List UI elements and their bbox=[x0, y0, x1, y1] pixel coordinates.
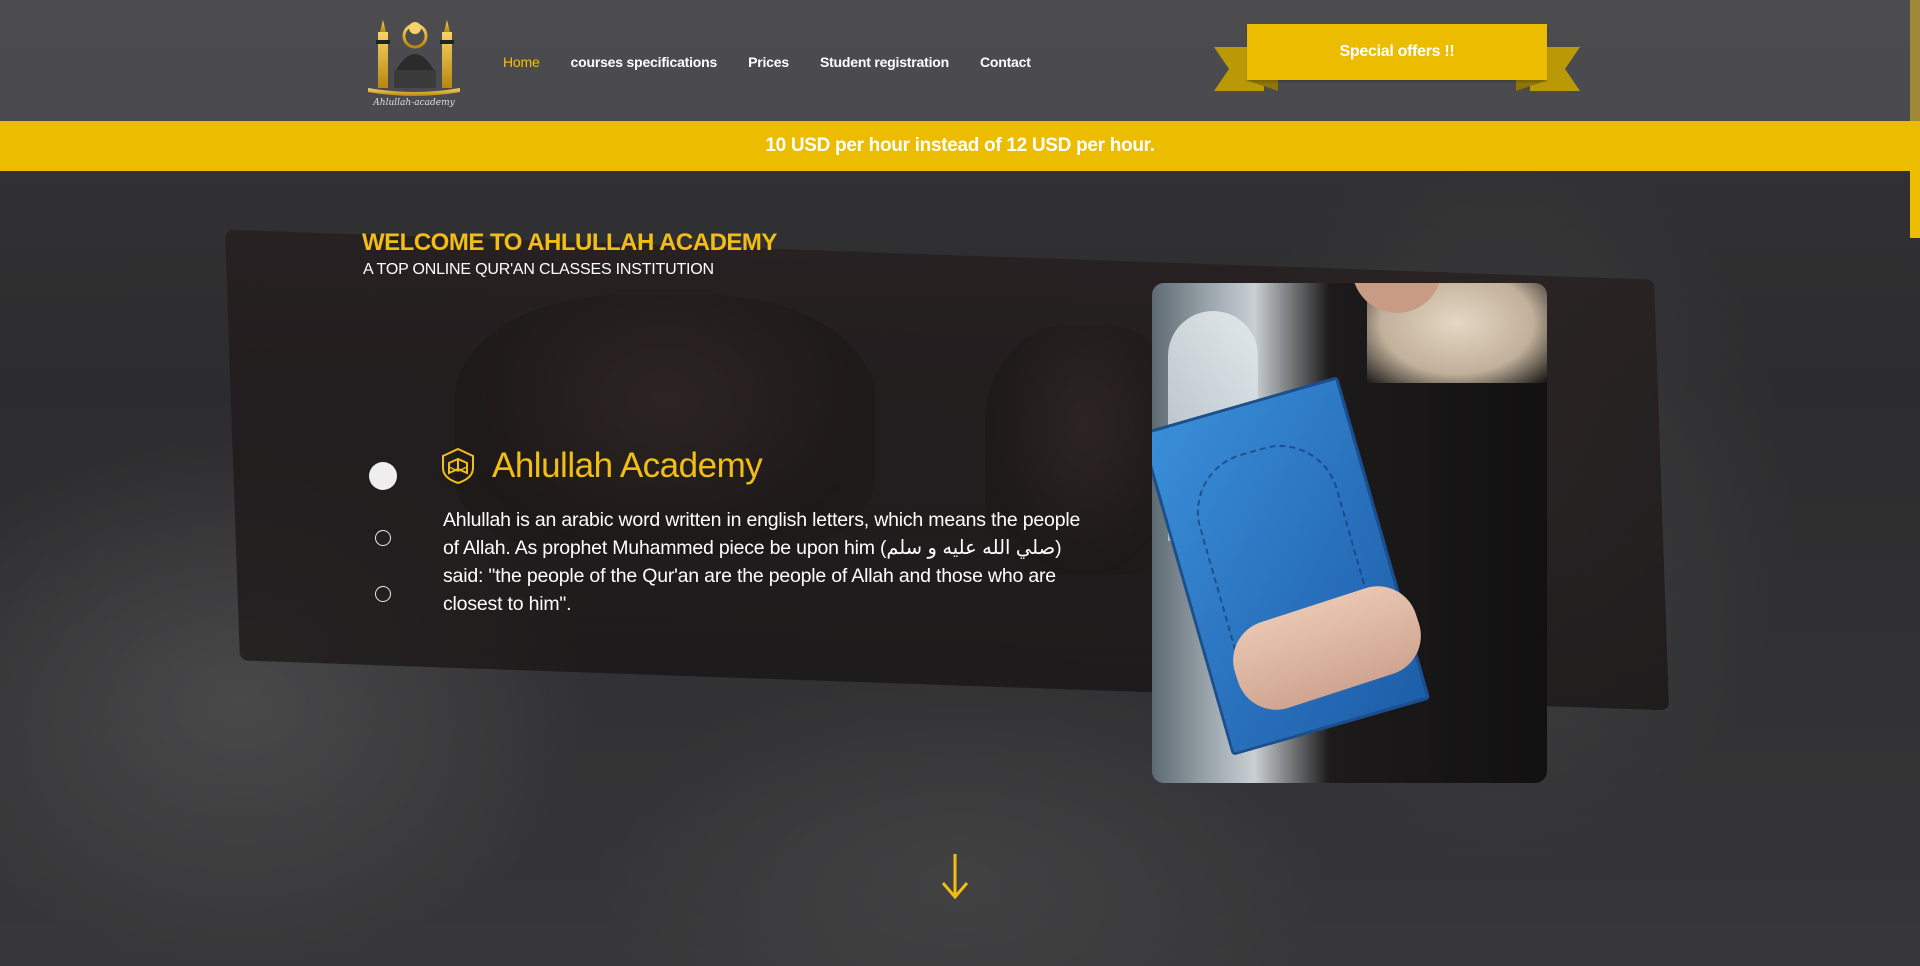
slide-title-row: Ahlullah Academy bbox=[442, 446, 763, 486]
logo-caption: Ahlullah-academy bbox=[373, 98, 455, 108]
page: Ahlullah-academy Home courses specificat… bbox=[0, 0, 1920, 966]
slide-title: Ahlullah Academy bbox=[492, 446, 763, 485]
arrow-down-icon[interactable] bbox=[940, 852, 970, 900]
promo-text: 10 USD per hour instead of 12 USD per ho… bbox=[765, 135, 1155, 156]
special-offers-ribbon: Special offers !! bbox=[1214, 24, 1580, 100]
hero-welcome-heading: WELCOME TO AHLULLAH ACADEMY bbox=[362, 229, 777, 256]
site-logo[interactable]: Ahlullah-academy bbox=[362, 14, 466, 108]
promo-bar: 10 USD per hour instead of 12 USD per ho… bbox=[0, 121, 1920, 171]
book-shield-icon bbox=[442, 448, 474, 484]
slide-description: Ahlullah is an arabic word written in en… bbox=[443, 509, 1081, 615]
nav-home[interactable]: Home bbox=[503, 54, 540, 70]
hero-subtitle: A TOP ONLINE QUR'AN CLASSES INSTITUTION bbox=[363, 261, 714, 278]
site-header: Ahlullah-academy Home courses specificat… bbox=[0, 0, 1920, 121]
slider-dot-3[interactable] bbox=[375, 586, 391, 602]
nav-prices[interactable]: Prices bbox=[748, 54, 789, 70]
mosque-logo-icon bbox=[368, 20, 460, 96]
slider-dot-1[interactable] bbox=[369, 462, 397, 490]
special-offers-button[interactable]: Special offers !! bbox=[1247, 24, 1547, 80]
main-nav: Home courses specifications Prices Stude… bbox=[503, 52, 1031, 72]
nav-student-registration[interactable]: Student registration bbox=[820, 54, 949, 70]
nav-contact[interactable]: Contact bbox=[980, 54, 1031, 70]
hero-photo-woman-holding-quran bbox=[1152, 283, 1547, 783]
slider-dot-2[interactable] bbox=[375, 530, 391, 546]
nav-courses-specifications[interactable]: courses specifications bbox=[571, 54, 718, 70]
